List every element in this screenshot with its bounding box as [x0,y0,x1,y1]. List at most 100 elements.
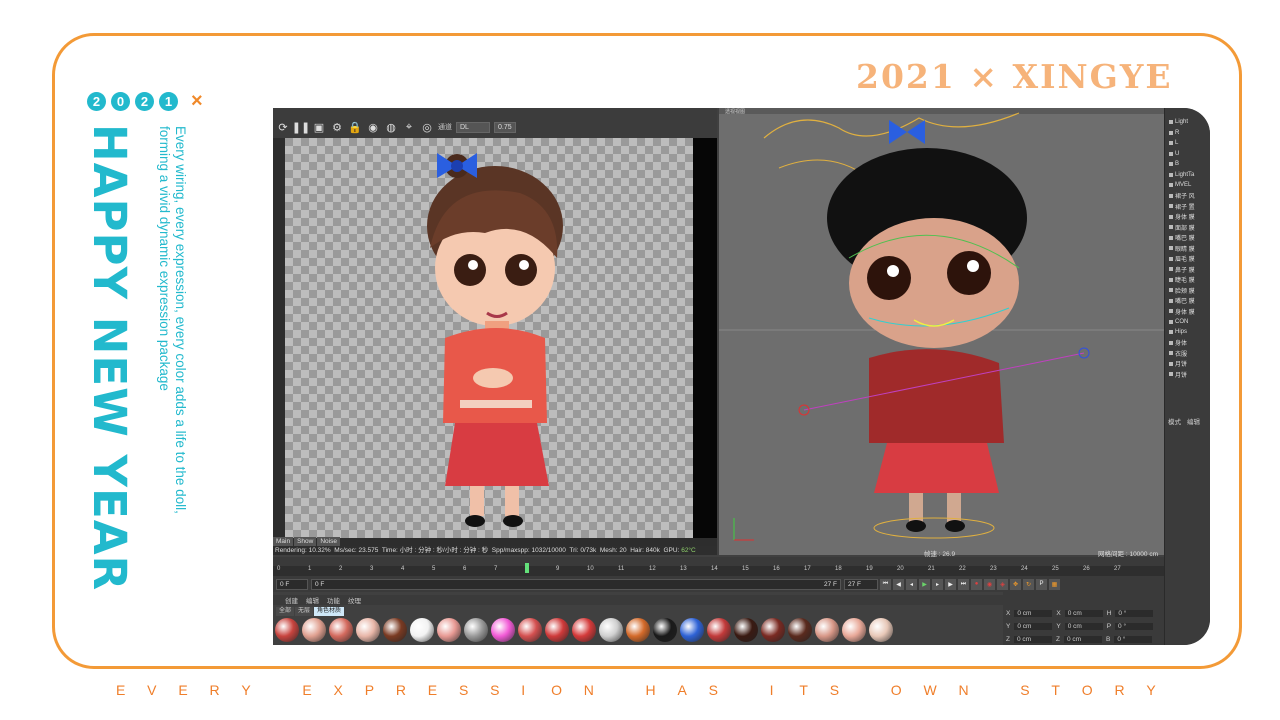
timeline-playhead[interactable] [525,563,529,573]
object-row[interactable]: U [1169,149,1210,160]
object-row[interactable]: 裙子 置 [1169,201,1210,212]
object-row[interactable]: 鼻子 膜 [1169,264,1210,275]
object-row[interactable]: MVEL [1169,180,1210,191]
prev-frame-icon[interactable]: ◂ [906,578,917,590]
material-swatch[interactable] [518,618,542,642]
menu-edit[interactable]: 编辑 [306,595,319,605]
object-row[interactable]: 月饼 [1169,359,1210,370]
position-field[interactable]: 0 cm [1014,609,1053,617]
param-key-icon[interactable]: P [1036,578,1047,590]
material-swatch[interactable] [383,618,407,642]
prev-key-icon[interactable]: ◀ [893,578,904,590]
material-swatch[interactable] [437,618,461,642]
pin-icon[interactable]: ⌖ [402,120,416,134]
menu-function[interactable]: 功能 [327,595,340,605]
object-row[interactable]: 身体 [1169,338,1210,349]
range-slider[interactable]: 0 F 27 F [311,578,841,590]
layer-all[interactable]: 全部 [276,607,295,616]
object-row[interactable]: Hips [1169,327,1210,338]
material-swatch[interactable] [653,618,677,642]
material-swatch[interactable] [491,618,515,642]
material-swatch[interactable] [815,618,839,642]
object-row[interactable]: 衣服 [1169,348,1210,359]
tab-edit[interactable]: 编辑 [1187,416,1200,426]
rotation-field[interactable]: 0 ° [1114,635,1153,643]
region-icon[interactable]: ▣ [312,120,326,134]
lock-icon[interactable]: 🔒 [348,120,362,134]
zoom-select[interactable]: 0.75 [494,121,516,133]
material-swatch[interactable] [680,618,704,642]
object-row[interactable]: 脸颊 膜 [1169,285,1210,296]
material-swatch[interactable] [545,618,569,642]
material-swatch[interactable] [788,618,812,642]
position-field[interactable]: 0 cm [1013,635,1052,643]
pick-icon[interactable]: ◎ [420,120,434,134]
rotate-key-icon[interactable]: ↻ [1023,578,1034,590]
size-field[interactable]: 0 cm [1064,622,1103,630]
size-field[interactable]: 0 cm [1063,635,1102,643]
position-field[interactable]: 0 cm [1014,622,1053,630]
play-icon[interactable]: ▶ [919,578,930,590]
object-row[interactable]: LightTa [1169,170,1210,181]
material-swatch[interactable] [464,618,488,642]
tab-main[interactable]: Main [273,537,294,546]
object-row[interactable]: 裙子 风 [1169,191,1210,202]
object-row[interactable]: CON [1169,317,1210,328]
render-canvas[interactable] [285,138,693,538]
material-swatch[interactable] [599,618,623,642]
material-swatch[interactable] [869,618,893,642]
move-key-icon[interactable]: ✥ [1010,578,1021,590]
object-row[interactable]: 嘴巴 膜 [1169,233,1210,244]
material-swatch[interactable] [410,618,434,642]
aperture-icon[interactable]: ◍ [384,120,398,134]
material-swatch[interactable] [707,618,731,642]
object-row[interactable]: B [1169,159,1210,170]
object-row[interactable]: 面部 膜 [1169,222,1210,233]
material-swatch[interactable] [734,618,758,642]
go-end-icon[interactable]: ⏭ [958,578,969,590]
record-icon[interactable]: ● [971,578,982,590]
perspective-viewport[interactable]: 透视视图 帧速: 26.9 网格间距: 10000 cm [719,108,1164,558]
material-swatch[interactable] [356,618,380,642]
object-row[interactable]: 身体 膜 [1169,212,1210,223]
object-row[interactable]: 嘴巴 膜 [1169,296,1210,307]
object-row[interactable]: L [1169,138,1210,149]
size-field[interactable]: 0 cm [1064,609,1103,617]
material-swatch[interactable] [275,618,299,642]
channel-select[interactable]: DL [456,121,490,133]
object-row[interactable]: 睫毛 膜 [1169,275,1210,286]
end-frame-field[interactable]: 27 F [844,578,878,590]
object-row[interactable]: R [1169,128,1210,139]
tab-noise[interactable]: Noise [317,537,340,546]
object-row[interactable]: 身体 膜 [1169,306,1210,317]
tab-mode[interactable]: 模式 [1168,416,1181,426]
autokey-icon[interactable]: ◉ [984,578,995,590]
material-swatch[interactable] [302,618,326,642]
refresh-icon[interactable]: ⟳ [276,120,290,134]
tab-show[interactable]: Show [294,537,317,546]
material-swatch[interactable] [761,618,785,642]
menu-create[interactable]: 创建 [285,595,298,605]
next-frame-icon[interactable]: ▸ [932,578,943,590]
layer-none[interactable]: 无层 [295,607,314,616]
next-key-icon[interactable]: ▶ [945,578,956,590]
timeline-ruler[interactable]: 0123456789101112131415161718192021222324… [273,566,1164,576]
keyframe-icon[interactable]: ◈ [997,578,1008,590]
gear-icon[interactable]: ⚙ [330,120,344,134]
material-swatch[interactable] [626,618,650,642]
object-row[interactable]: 眉毛 膜 [1169,254,1210,265]
go-start-icon[interactable]: ⏮ [880,578,891,590]
pause-icon[interactable]: ❚❚ [292,120,310,134]
material-swatch[interactable] [842,618,866,642]
sphere-icon[interactable]: ◉ [366,120,380,134]
object-row[interactable]: Light [1169,117,1210,128]
rotation-field[interactable]: 0 ° [1115,609,1154,617]
material-swatch[interactable] [329,618,353,642]
grid-key-icon[interactable]: ▦ [1049,578,1060,590]
object-row[interactable]: 月饼 [1169,369,1210,380]
current-frame-field[interactable]: 0 F [276,578,308,590]
material-swatch[interactable] [572,618,596,642]
object-row[interactable]: 眼睛 膜 [1169,243,1210,254]
layer-character[interactable]: 角色材质 [314,607,345,616]
menu-texture[interactable]: 纹理 [348,595,361,605]
